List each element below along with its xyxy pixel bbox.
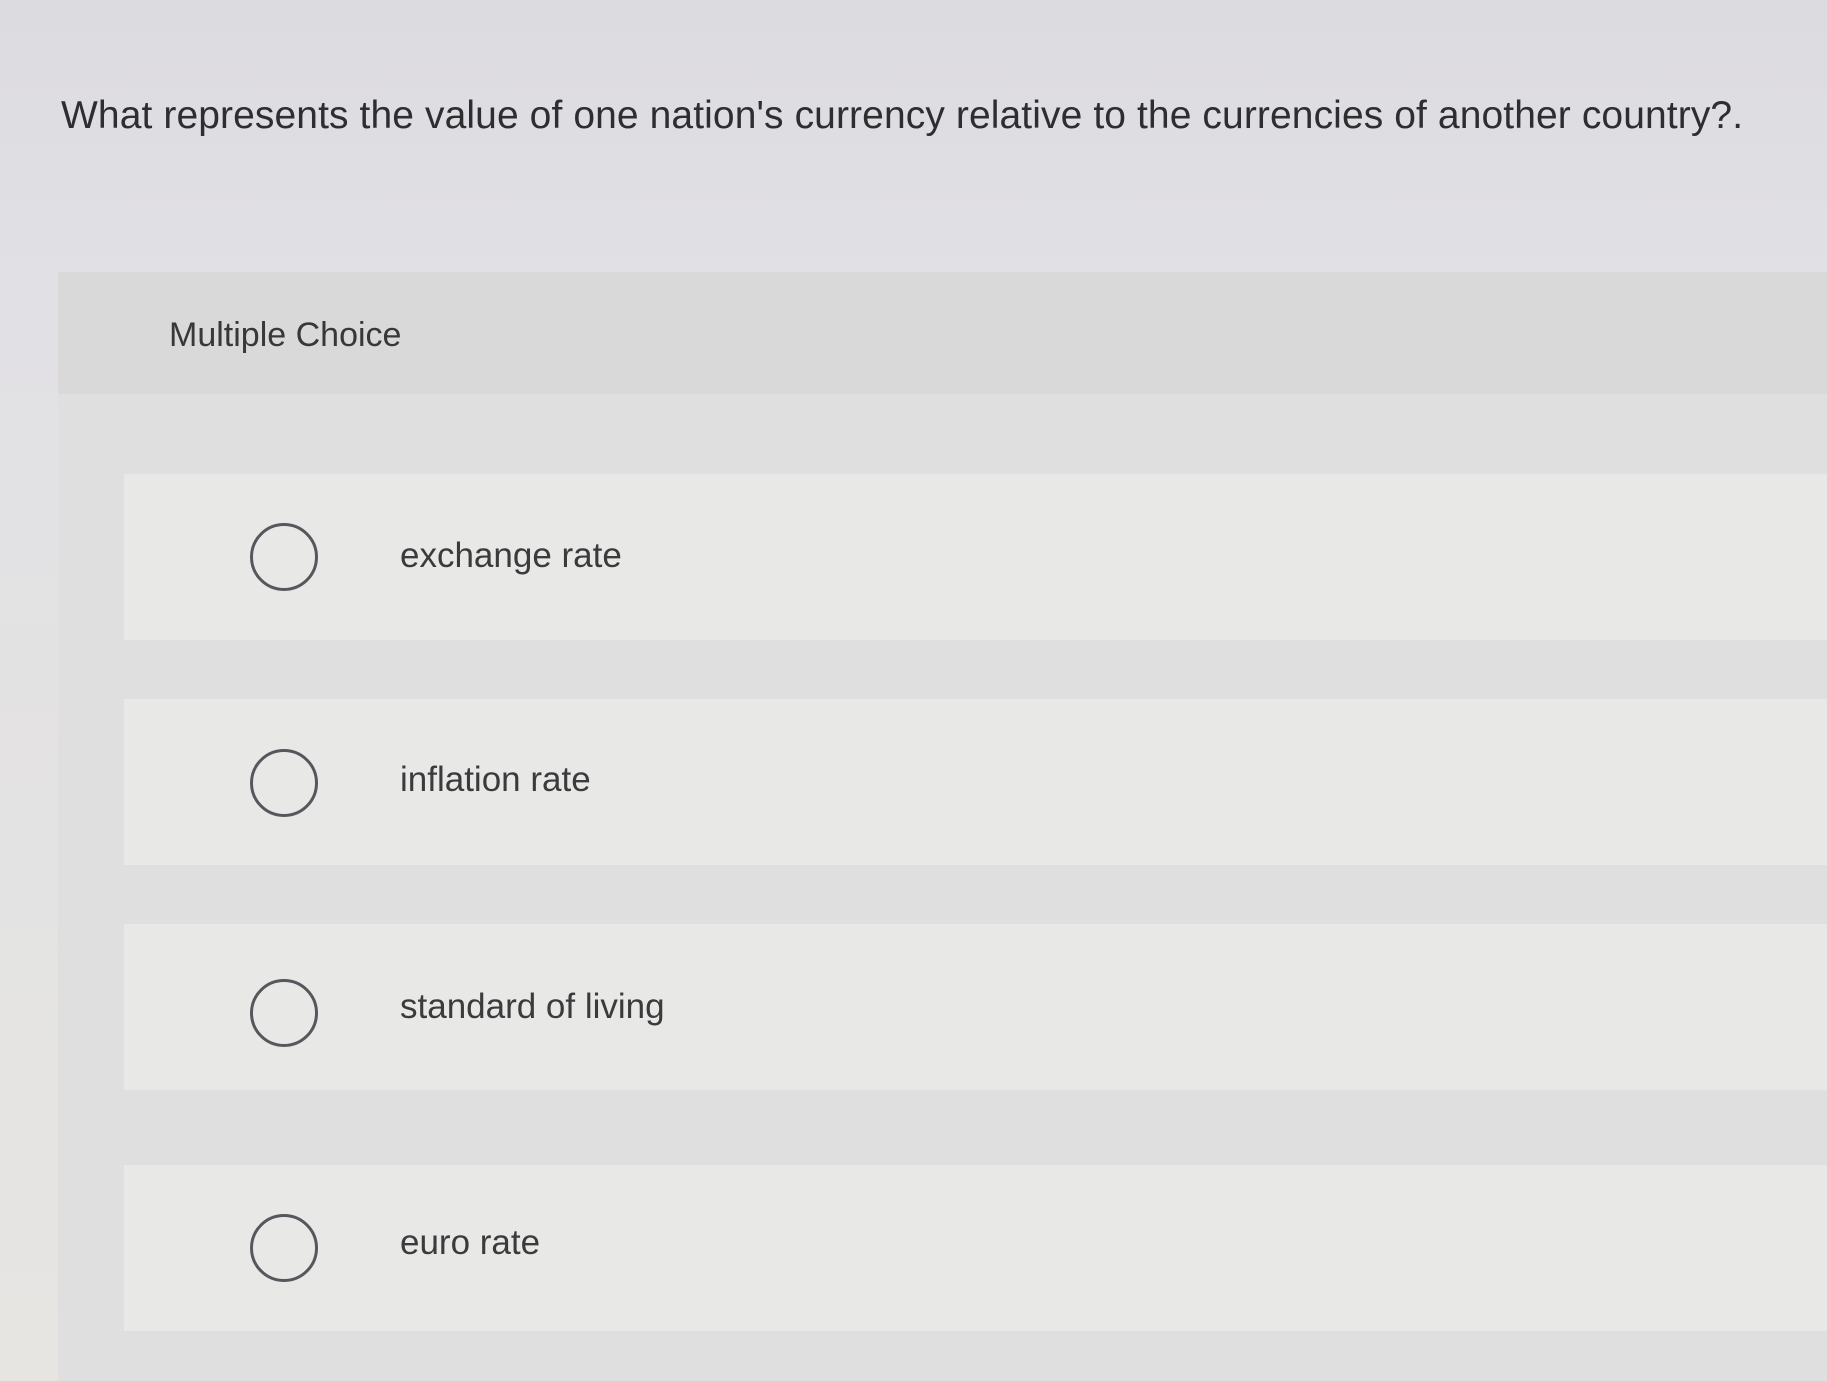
- panel-header: Multiple Choice: [58, 272, 1827, 394]
- radio-button-icon[interactable]: [250, 749, 318, 817]
- multiple-choice-panel: Multiple Choice exchange rate inflation …: [58, 272, 1827, 1381]
- option-label: euro rate: [400, 1223, 541, 1262]
- answer-option-euro-rate[interactable]: euro rate: [124, 1165, 1827, 1331]
- radio-button-icon[interactable]: [250, 979, 318, 1047]
- multiple-choice-label: Multiple Choice: [169, 316, 402, 354]
- question-text: What represents the value of one nation'…: [61, 94, 1744, 137]
- answer-option-inflation-rate[interactable]: inflation rate: [124, 699, 1827, 865]
- answer-option-exchange-rate[interactable]: exchange rate: [124, 474, 1827, 640]
- radio-button-icon[interactable]: [250, 1214, 318, 1282]
- radio-button-icon[interactable]: [250, 523, 318, 591]
- option-label: standard of living: [400, 987, 665, 1026]
- option-label: exchange rate: [400, 536, 622, 575]
- answer-option-standard-of-living[interactable]: standard of living: [124, 924, 1827, 1090]
- option-label: inflation rate: [400, 760, 591, 799]
